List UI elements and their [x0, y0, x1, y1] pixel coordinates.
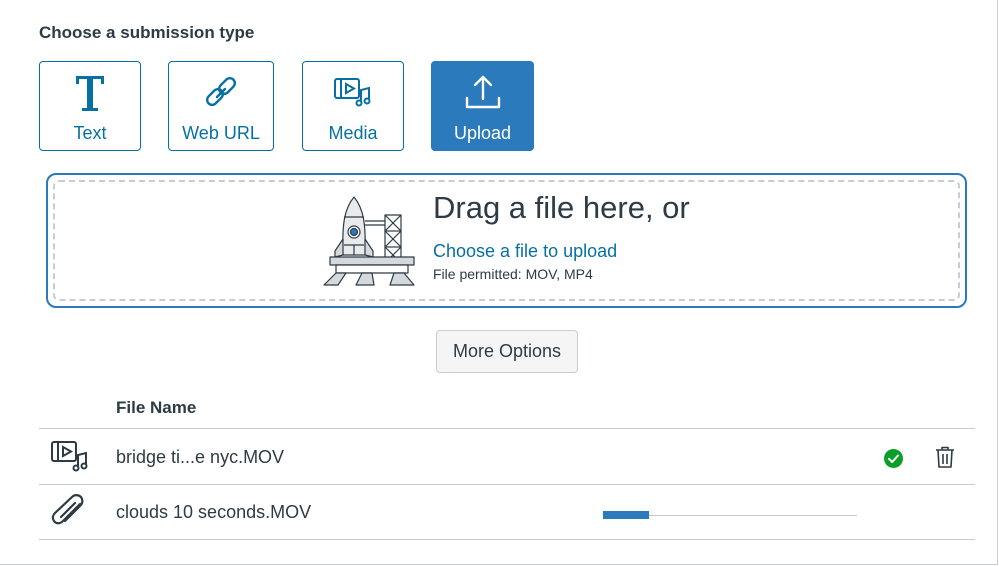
- permitted-file-types: File permitted: MOV, MP4: [433, 266, 593, 282]
- file-name: clouds 10 seconds.MOV: [116, 502, 312, 522]
- divider: [39, 539, 975, 540]
- submission-type-label: Media: [328, 123, 378, 143]
- dropzone-title: Drag a file here, or: [433, 190, 690, 225]
- page-title: Choose a submission type: [39, 23, 255, 42]
- submission-type-label: Text: [73, 123, 107, 143]
- media-icon: [303, 72, 403, 114]
- text-icon: [40, 72, 140, 114]
- upload-progress-fill: [603, 511, 649, 519]
- submission-type-text-button[interactable]: Text: [39, 61, 141, 151]
- media-icon: [50, 439, 90, 480]
- choose-file-link[interactable]: Choose a file to upload: [433, 241, 617, 262]
- file-name-column-header: File Name: [116, 398, 197, 417]
- more-options-button[interactable]: More Options: [436, 330, 578, 373]
- submission-type-url-button[interactable]: Web URL: [168, 61, 274, 151]
- upload-progress-bar: [603, 511, 857, 519]
- link-icon: [169, 72, 273, 114]
- submission-type-label: Upload: [453, 123, 512, 143]
- upload-icon: [432, 72, 533, 114]
- rocket-launch-icon: [322, 195, 416, 292]
- submission-type-upload-button[interactable]: Upload: [431, 61, 534, 151]
- file-name: bridge ti...e nyc.MOV: [116, 447, 285, 467]
- divider: [39, 484, 975, 485]
- trash-icon[interactable]: [935, 446, 955, 473]
- submission-type-label: Web URL: [182, 123, 260, 143]
- submission-type-media-button[interactable]: Media: [302, 61, 404, 151]
- check-circle-icon: [884, 449, 903, 473]
- paperclip-icon: [50, 494, 90, 535]
- divider: [39, 428, 975, 429]
